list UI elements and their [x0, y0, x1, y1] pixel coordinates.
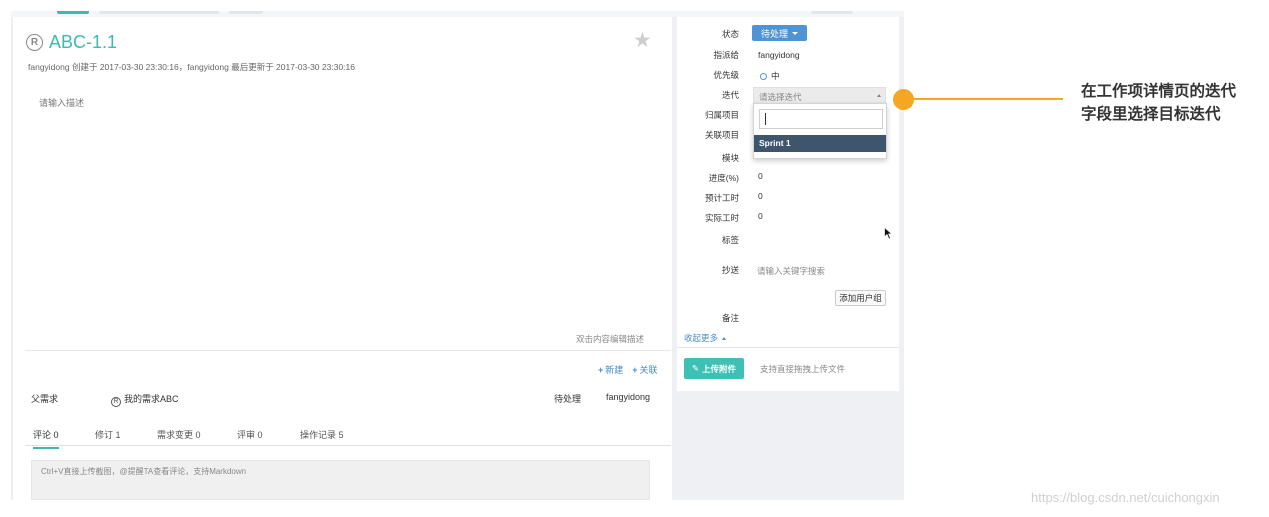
iteration-placeholder: 请选择迭代 [759, 92, 802, 102]
parent-status: 待处理 [554, 394, 582, 404]
upload-hint: 支持直接拖拽上传文件 [760, 364, 846, 374]
tab-comments[interactable]: 评论 0 [33, 428, 59, 449]
actual-hours-label: 实际工时 [704, 213, 739, 223]
callout-text: 在工作项详情页的迭代 字段里选择目标迭代 [1081, 80, 1266, 126]
issue-main-panel: R ABC-1.1 ★ fangyidong 创建于 2017-03-30 23… [13, 17, 672, 500]
iteration-dropdown: Sprint 1 [753, 103, 887, 159]
parent-label: 父需求 [31, 394, 59, 404]
app-window: R ABC-1.1 ★ fangyidong 创建于 2017-03-30 23… [11, 11, 904, 500]
assignee-value[interactable]: fangyidong [758, 50, 800, 60]
priority-label: 优先级 [713, 70, 739, 80]
chevron-up-icon [877, 94, 881, 97]
status-value: 待处理 [760, 28, 788, 39]
link-button[interactable]: + 关联 [632, 363, 657, 376]
progress-value[interactable]: 0 [758, 171, 763, 181]
divider [25, 350, 671, 351]
iteration-label: 迭代 [721, 90, 739, 100]
callout-line-1: 在工作项详情页的迭代 [1081, 83, 1237, 100]
detail-tabs: 评论 0 修订 1 需求变更 0 评审 0 操作记录 5 [25, 425, 671, 449]
new-button[interactable]: + 新建 [598, 363, 623, 376]
callout-dot [893, 89, 914, 110]
edit-hint: 双击内容编辑描述 [576, 334, 645, 344]
tab-requirement-changes[interactable]: 需求变更 0 [157, 428, 201, 447]
iteration-search-input[interactable] [759, 109, 883, 129]
priority-field[interactable]: 中 [760, 70, 780, 82]
requirement-type-icon: R [111, 397, 121, 407]
collapse-label: 收起更多 [684, 333, 719, 343]
add-user-group-button[interactable]: 添加用户组 [835, 290, 886, 306]
module-label: 模块 [721, 153, 739, 163]
top-tab-active-marker [57, 11, 89, 14]
tab-revisions[interactable]: 修订 1 [95, 428, 121, 447]
plus-icon: + [598, 365, 604, 375]
callout-line-2: 字段里选择目标迭代 [1081, 106, 1221, 123]
tab-reviews[interactable]: 评审 0 [237, 428, 263, 447]
mouse-pointer-icon [884, 227, 893, 240]
chevron-down-icon [792, 31, 798, 35]
status-label: 状态 [721, 29, 739, 39]
link-button-label: 关联 [639, 365, 658, 375]
progress-label: 进度(%) [708, 173, 739, 183]
description-field[interactable]: 请输入描述 [39, 96, 84, 109]
tags-label: 标签 [721, 235, 739, 245]
comment-input[interactable]: Ctrl+V直接上传截图，@提醒TA查看评论，支持Markdown [31, 460, 650, 500]
cc-label: 抄送 [721, 265, 739, 275]
requirement-type-icon: R [26, 34, 43, 51]
project-label: 归属项目 [704, 110, 739, 120]
parent-name: 我的需求ABC [124, 394, 179, 404]
text-cursor [765, 113, 766, 125]
paperclip-icon: ✎ [691, 363, 700, 373]
parent-link[interactable]: R 我的需求ABC [111, 392, 179, 407]
chevron-up-icon [722, 336, 727, 340]
plus-icon: + [632, 365, 638, 375]
collapse-more-link[interactable]: 收起更多 [684, 332, 727, 344]
upload-label: 上传附件 [702, 363, 737, 374]
top-tab-marker [99, 11, 219, 14]
actual-hours-value[interactable]: 0 [758, 211, 763, 221]
issue-sidebar: 状态 待处理 指派给 fangyidong 优先级 中 迭代 请选择迭代 Spr… [677, 17, 899, 391]
issue-title[interactable]: ABC-1.1 [49, 32, 117, 53]
iteration-option[interactable]: Sprint 1 [754, 135, 886, 152]
priority-value: 中 [771, 71, 780, 81]
assignee-label: 指派给 [713, 50, 739, 60]
priority-circle-icon [760, 72, 767, 80]
cc-input[interactable]: 请输入关键字搜索 [757, 265, 825, 277]
iteration-select[interactable]: 请选择迭代 [753, 87, 886, 104]
star-icon[interactable]: ★ [633, 28, 652, 53]
top-tab-marker [229, 11, 263, 14]
related-project-label: 关联项目 [704, 130, 739, 140]
parent-requirement-row: 父需求 R 我的需求ABC 待处理 fangyidong [31, 392, 661, 407]
issue-meta: fangyidong 创建于 2017-03-30 23:30:16，fangy… [28, 62, 355, 72]
estimate-label: 预计工时 [704, 193, 739, 203]
estimate-value[interactable]: 0 [758, 191, 763, 201]
new-button-label: 新建 [605, 365, 624, 375]
top-tab-marker [811, 11, 853, 14]
callout-line [912, 98, 1063, 100]
divider [677, 347, 899, 348]
upload-attachment-button[interactable]: ✎ 上传附件 [684, 358, 744, 379]
relation-actions: + 新建 + 关联 [598, 363, 658, 376]
watermark: https://blog.csdn.net/cuichongxin [1031, 490, 1220, 505]
status-dropdown-button[interactable]: 待处理 [752, 25, 807, 41]
title-row: R ABC-1.1 [26, 32, 117, 53]
remark-label: 备注 [721, 313, 739, 323]
tab-operation-log[interactable]: 操作记录 5 [300, 428, 344, 447]
parent-assignee: fangyidong [606, 392, 651, 402]
